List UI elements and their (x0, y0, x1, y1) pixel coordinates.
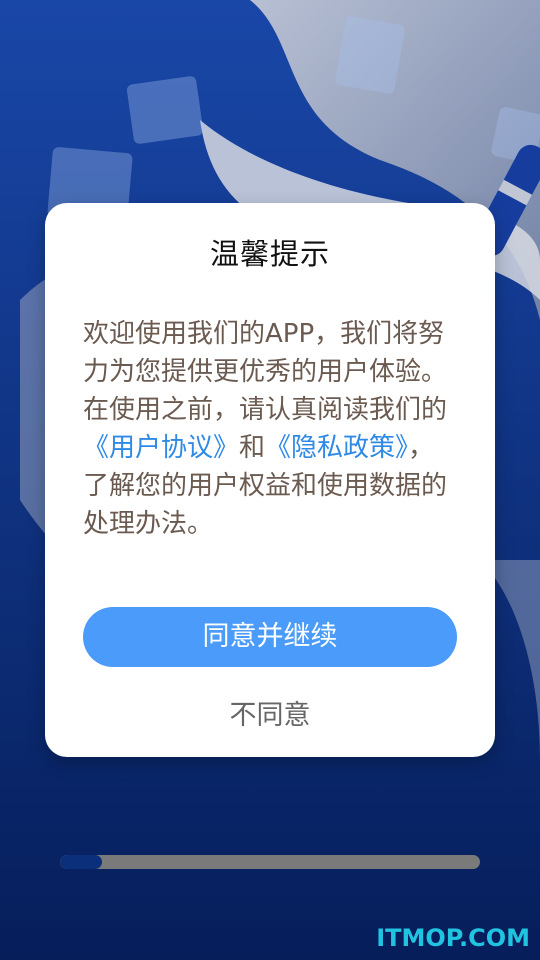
privacy-dialog: 温馨提示 欢迎使用我们的APP，我们将努力为您提供更优秀的用户体验。在使用之前，… (45, 203, 495, 757)
message-and-text: 和 (239, 433, 266, 463)
dialog-title: 温馨提示 (209, 237, 330, 271)
site-watermark: ITMOP.COM (376, 924, 530, 952)
progress-fill (60, 855, 102, 869)
privacy-policy-link[interactable]: 《隐私政策》 (265, 433, 408, 463)
disagree-button[interactable]: 不同意 (45, 693, 495, 732)
dialog-message: 欢迎使用我们的APP，我们将努力为您提供更优秀的用户体验。在使用之前，请认真阅读… (83, 315, 457, 543)
user-agreement-link[interactable]: 《用户协议》 (83, 433, 239, 463)
agree-continue-button[interactable]: 同意并继续 (83, 607, 457, 667)
message-text: 欢迎使用我们的APP，我们将努力为您提供更优秀的用户体验。在使用之前，请认真阅读… (83, 319, 448, 425)
loading-progress-bar (60, 855, 480, 869)
